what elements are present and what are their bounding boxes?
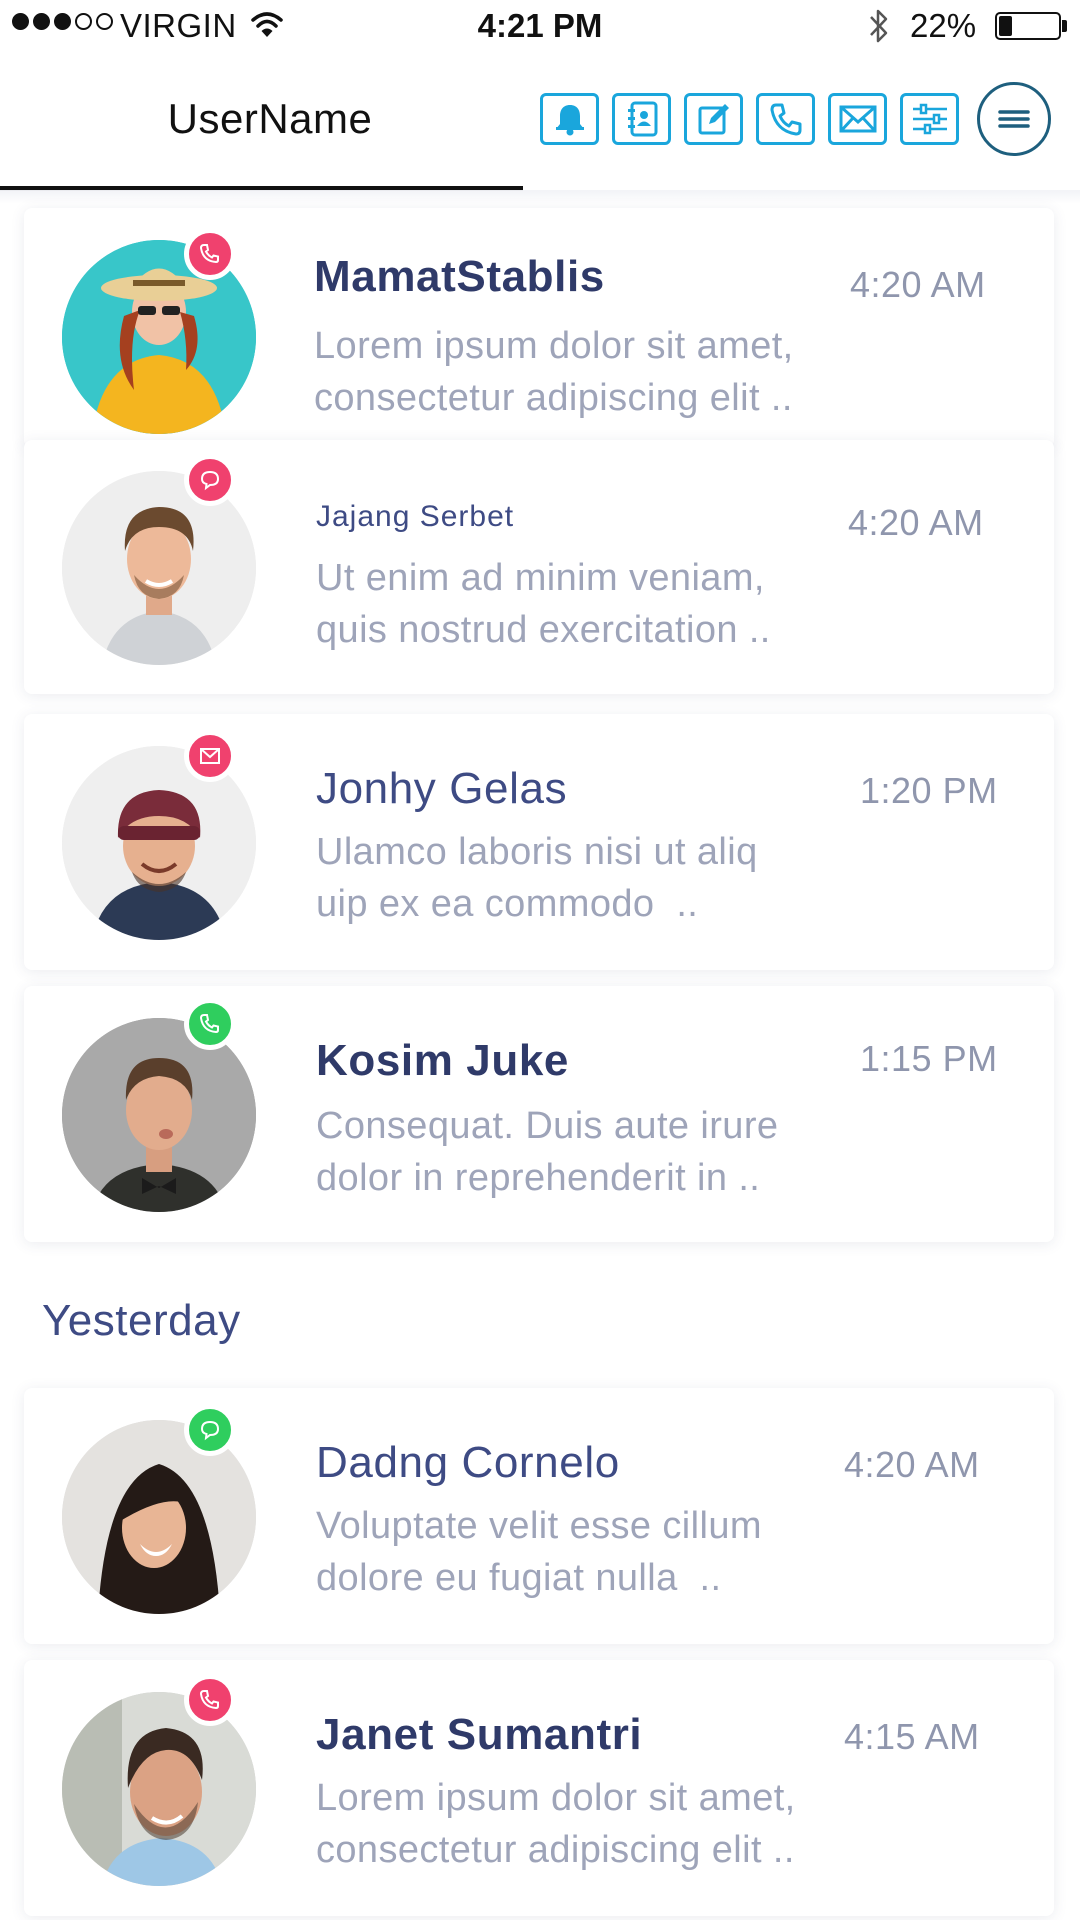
message-time: 4:20 AM — [850, 264, 986, 305]
phone-icon — [199, 1690, 219, 1710]
phone-icon — [770, 103, 801, 136]
conversation-item[interactable]: Jonhy Gelas 1:20 PM Ulamco laboris nisi … — [24, 714, 1054, 970]
message-time: 4:20 AM — [848, 502, 984, 543]
compose-button[interactable] — [684, 93, 743, 145]
message-preview: Voluptate velit esse cillum dolore eu fu… — [316, 1505, 762, 1599]
notifications-button[interactable] — [540, 93, 599, 145]
conversation-item[interactable]: Dadng Cornelo 4:20 AM Voluptate velit es… — [24, 1388, 1054, 1644]
contact-name: Kosim Juke — [316, 1036, 569, 1085]
message-time: 4:20 AM — [844, 1444, 980, 1485]
bluetooth-icon — [870, 9, 888, 43]
message-time: 1:20 PM — [860, 770, 998, 811]
status-bar: VIRGIN 4:21 PM 22% — [0, 0, 1080, 52]
message-time: 1:15 PM — [860, 1038, 998, 1079]
hamburger-menu-icon — [998, 110, 1030, 128]
message-badge — [184, 1404, 236, 1456]
contact-name: MamatStablis — [314, 252, 605, 301]
compose-icon — [698, 104, 729, 135]
mail-badge — [184, 730, 236, 782]
mail-icon — [839, 105, 876, 133]
battery-percentage: 22% — [910, 7, 977, 44]
phone-icon — [199, 244, 219, 264]
avatar — [62, 471, 256, 665]
conversation-item[interactable]: MamatStablis 4:20 AM Lorem ipsum dolor s… — [24, 208, 1054, 448]
call-button[interactable] — [756, 93, 815, 145]
conversation-item[interactable]: Janet Sumantri 4:15 AM Lorem ipsum dolor… — [24, 1660, 1054, 1916]
avatar — [62, 1018, 256, 1212]
message-preview: Lorem ipsum dolor sit amet, consectetur … — [314, 325, 794, 419]
toolbar — [540, 93, 959, 145]
conversation-item[interactable]: Kosim Juke 1:15 PM Consequat. Duis aute … — [24, 986, 1054, 1242]
app-header: UserName — [0, 60, 1080, 191]
battery-icon — [995, 12, 1061, 40]
call-badge — [184, 1674, 236, 1726]
contact-name: Janet Sumantri — [316, 1710, 643, 1759]
settings-button[interactable] — [900, 93, 959, 145]
message-preview: Ut enim ad minim veniam, quis nostrud ex… — [316, 557, 771, 651]
username-title: UserName — [167, 95, 373, 142]
message-time: 4:15 AM — [844, 1716, 980, 1757]
contact-name: Jonhy Gelas — [316, 764, 568, 813]
settings-sliders-icon — [912, 103, 947, 135]
contacts-button[interactable] — [612, 93, 671, 145]
mail-button[interactable] — [828, 93, 887, 145]
message-badge — [184, 454, 236, 506]
call-badge — [184, 228, 236, 280]
chat-bubble-icon — [200, 470, 220, 491]
bell-icon — [555, 105, 584, 136]
message-preview: Lorem ipsum dolor sit amet, consectetur … — [316, 1777, 796, 1871]
contact-name: Jajang Serbet — [316, 500, 515, 533]
avatar — [62, 1692, 256, 1886]
section-header-yesterday: Yesterday — [42, 1296, 241, 1345]
mail-icon — [200, 748, 220, 764]
phone-icon — [199, 1014, 219, 1034]
chat-bubble-icon — [200, 1420, 220, 1441]
message-preview: Ulamco laboris nisi ut aliq uip ex ea co… — [316, 831, 758, 925]
conversation-item[interactable]: Jajang Serbet 4:20 AM Ut enim ad minim v… — [24, 440, 1054, 694]
contact-name: Dadng Cornelo — [316, 1438, 620, 1487]
menu-button[interactable] — [977, 82, 1051, 156]
call-badge — [184, 998, 236, 1050]
contacts-icon — [627, 101, 657, 137]
message-preview: Consequat. Duis aute irure dolor in repr… — [316, 1105, 779, 1199]
